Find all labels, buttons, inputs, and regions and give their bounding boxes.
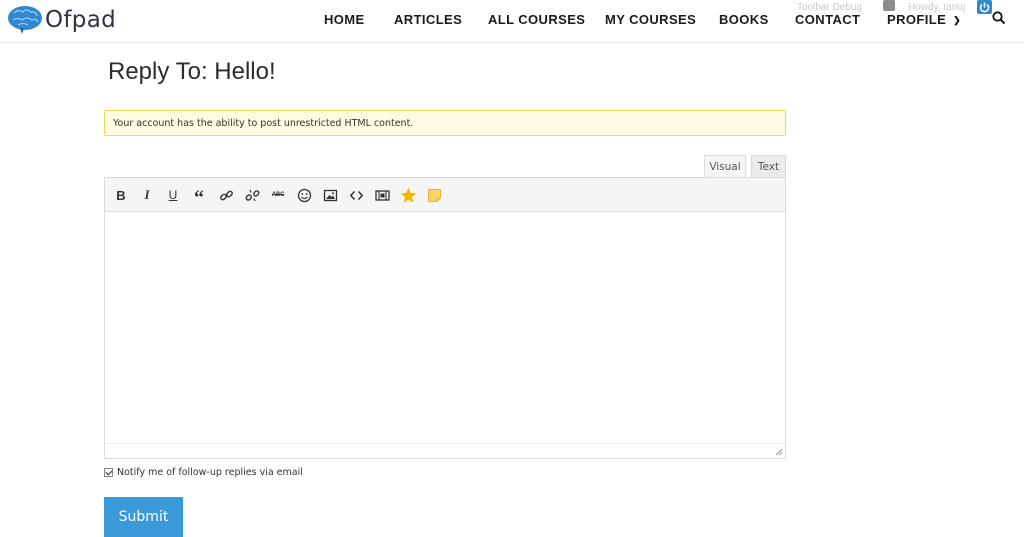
chevron-down-icon: ❯ <box>953 15 962 25</box>
image-icon <box>323 189 337 201</box>
underline-button[interactable]: U <box>164 186 182 204</box>
star-button[interactable] <box>399 186 417 204</box>
insert-image-button[interactable] <box>321 186 339 204</box>
top-navigation-bar: Ofpad Toolbar Debug Howdy, tanuj HOME AR… <box>0 0 1024 43</box>
insert-media-button[interactable] <box>373 186 391 204</box>
remove-link-button[interactable] <box>243 186 261 204</box>
code-button[interactable] <box>347 186 365 204</box>
editor-toolbar: B I U “ ABC <box>105 178 785 212</box>
page-title: Reply To: Hello! <box>108 58 276 85</box>
brain-logo-icon <box>8 6 42 34</box>
note-button[interactable] <box>425 186 443 204</box>
link-icon <box>219 190 233 200</box>
note-icon <box>427 188 441 202</box>
nav-all-courses[interactable]: ALL COURSES <box>488 12 585 27</box>
site-logo[interactable]: Ofpad <box>6 3 116 37</box>
blockquote-icon: “ <box>194 187 204 209</box>
reply-content-area[interactable] <box>105 212 785 443</box>
blockquote-button[interactable]: “ <box>190 186 208 209</box>
code-icon <box>349 190 363 200</box>
notify-label: Notify me of follow-up replies via email <box>117 467 303 478</box>
nav-contact[interactable]: CONTACT <box>795 12 860 27</box>
nav-my-courses[interactable]: MY COURSES <box>605 12 696 27</box>
resize-handle-icon[interactable] <box>774 447 783 456</box>
tab-text[interactable]: Text <box>751 155 786 177</box>
nav-books[interactable]: BOOKS <box>719 12 769 27</box>
notify-checkbox[interactable] <box>104 468 113 477</box>
search-icon[interactable] <box>992 11 1006 30</box>
smiley-icon <box>297 188 311 202</box>
emoji-button[interactable] <box>295 186 313 204</box>
submit-button[interactable]: Submit <box>104 497 183 537</box>
italic-button[interactable]: I <box>138 186 156 204</box>
strikethrough-button[interactable]: ABC <box>269 186 287 204</box>
nav-home[interactable]: HOME <box>324 12 365 27</box>
nav-profile[interactable]: PROFILE ❯ <box>887 12 961 27</box>
power-icon[interactable] <box>977 0 992 14</box>
editor-statusbar <box>105 443 785 458</box>
site-logo-text[interactable]: Ofpad <box>45 7 116 33</box>
insert-link-button[interactable] <box>217 186 235 204</box>
media-icon <box>374 189 390 201</box>
nav-profile-label: PROFILE <box>887 12 947 27</box>
star-icon <box>400 187 416 203</box>
tab-visual[interactable]: Visual <box>704 155 746 177</box>
notify-option[interactable]: Notify me of follow-up replies via email <box>104 467 303 478</box>
nav-articles[interactable]: ARTICLES <box>394 12 462 27</box>
comments-icon[interactable] <box>883 0 895 11</box>
unlink-icon <box>245 189 259 201</box>
bold-button[interactable]: B <box>112 186 130 204</box>
reply-editor: B I U “ ABC <box>104 177 786 459</box>
html-permission-notice: Your account has the ability to post unr… <box>104 110 786 136</box>
